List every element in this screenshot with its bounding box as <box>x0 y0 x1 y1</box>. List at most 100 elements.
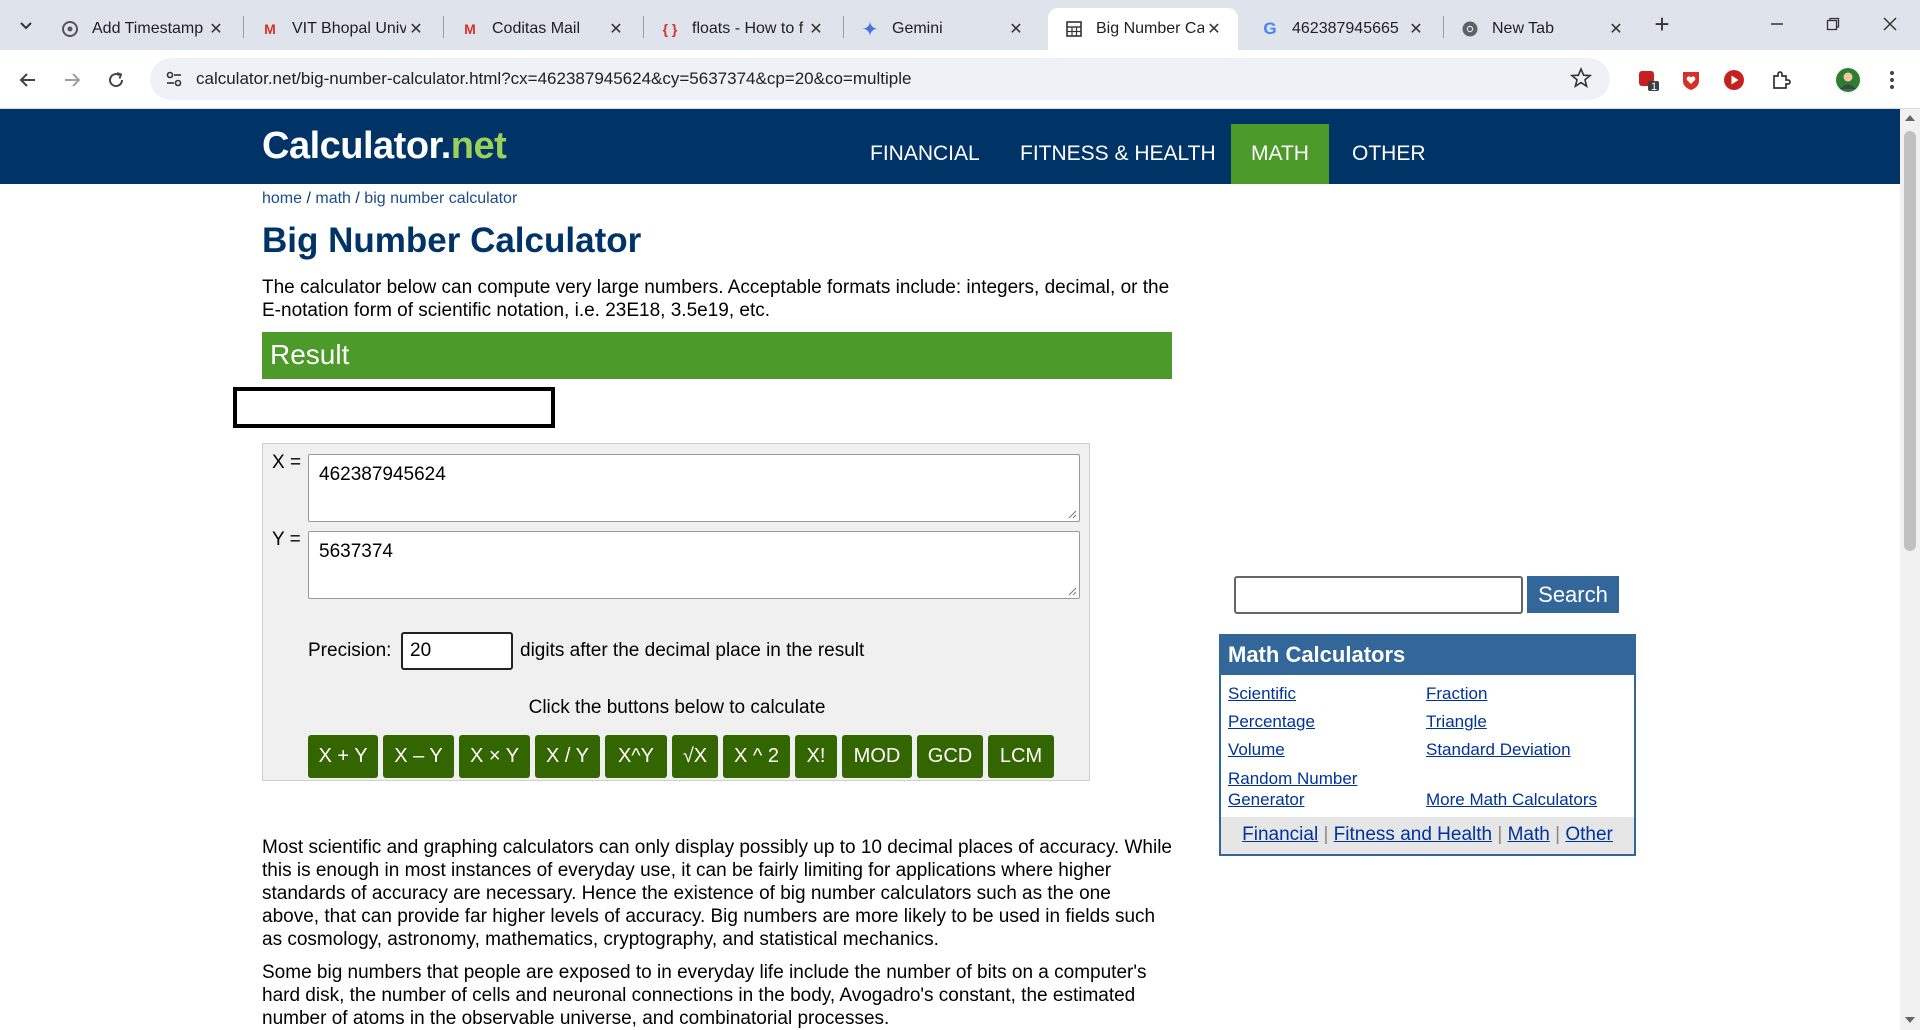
link-fraction[interactable]: Fraction <box>1426 683 1487 704</box>
address-bar[interactable]: calculator.net/big-number-calculator.htm… <box>150 58 1610 100</box>
resize-grip-icon[interactable] <box>1067 509 1077 519</box>
close-icon[interactable]: ✕ <box>1204 19 1224 39</box>
footer-link-math[interactable]: Math <box>1508 824 1550 845</box>
tab-title: Coditas Mail <box>492 20 581 37</box>
gmail-icon: M <box>464 21 476 37</box>
tab-new-tab[interactable]: New Tab ✕ <box>1444 8 1640 50</box>
extension-badge: 1 <box>1651 81 1658 93</box>
minimize-button[interactable] <box>1757 4 1797 44</box>
category-footer: Financial | Fitness and Health | Math | … <box>1221 817 1634 854</box>
tab-title: floats - How to f <box>692 20 804 37</box>
search-input[interactable] <box>1234 576 1523 614</box>
x-input[interactable]: 462387945624 <box>308 454 1080 522</box>
link-volume[interactable]: Volume <box>1228 739 1285 760</box>
restore-button[interactable] <box>1813 4 1853 44</box>
scroll-thumb[interactable] <box>1904 131 1916 551</box>
new-tab-button[interactable]: + <box>1642 4 1682 44</box>
site-settings-icon[interactable] <box>164 69 184 94</box>
nav-financial[interactable]: FINANCIAL <box>850 124 1000 184</box>
reload-icon[interactable] <box>100 64 132 96</box>
extension-heart-icon[interactable] <box>1675 64 1707 96</box>
breadcrumb: home / math / big number calculator <box>262 190 517 208</box>
tab-search-icon[interactable] <box>10 9 42 41</box>
tab-vit-bhopal[interactable]: M VIT Bhopal Unive ✕ <box>244 8 440 50</box>
close-icon[interactable]: ✕ <box>206 19 226 39</box>
nav-other[interactable]: OTHER <box>1332 124 1446 184</box>
link-random-number-generator[interactable]: Random Number Generator <box>1228 768 1378 810</box>
tab-big-number-calculator[interactable]: Big Number Calc ✕ <box>1048 8 1238 50</box>
avatar[interactable] <box>1832 64 1864 96</box>
stackoverflow-icon: { } <box>662 21 678 37</box>
operation-buttons: X + Y X – Y X × Y X / Y X^Y √X X ^ 2 X! … <box>308 735 1054 778</box>
close-icon[interactable]: ✕ <box>806 19 826 39</box>
tab-title: Add Timestamp <box>92 20 204 37</box>
mod-button[interactable]: MOD <box>842 735 912 778</box>
link-scientific[interactable]: Scientific <box>1228 683 1296 704</box>
chrome-icon <box>1460 19 1480 39</box>
sqrt-button[interactable]: √X <box>672 735 718 778</box>
power-button[interactable]: X^Y <box>605 735 667 778</box>
site-logo[interactable]: Calculator.net <box>262 125 507 168</box>
gmail-icon: M <box>264 21 276 37</box>
link-percentage[interactable]: Percentage <box>1228 711 1315 732</box>
article-paragraph: Most scientific and graphing calculators… <box>262 837 1172 950</box>
breadcrumb-current[interactable]: big number calculator <box>364 190 517 207</box>
back-icon[interactable] <box>12 64 44 96</box>
link-more-math-calculators[interactable]: More Math Calculators <box>1426 789 1597 810</box>
footer-link-fitness-health[interactable]: Fitness and Health <box>1334 824 1492 845</box>
factorial-button[interactable]: X! <box>795 735 837 778</box>
page-scrollbar[interactable] <box>1900 109 1920 1030</box>
resize-grip-icon[interactable] <box>1067 586 1077 596</box>
divide-button[interactable]: X / Y <box>535 735 600 778</box>
gcd-button[interactable]: GCD <box>917 735 983 778</box>
google-icon: G <box>1263 19 1277 38</box>
precision-input[interactable]: 20 <box>401 632 513 670</box>
subtract-button[interactable]: X – Y <box>383 735 454 778</box>
close-icon[interactable]: ✕ <box>1406 19 1426 39</box>
close-icon[interactable]: ✕ <box>406 19 426 39</box>
extension-shield-icon[interactable]: 1 <box>1632 64 1664 96</box>
square-button[interactable]: X ^ 2 <box>723 735 790 778</box>
footer-separator: | <box>1323 824 1329 845</box>
tab-coditas-mail[interactable]: M Coditas Mail ✕ <box>444 8 640 50</box>
result-heading: Result <box>262 332 1172 379</box>
scroll-down-arrow[interactable] <box>1905 1017 1915 1023</box>
link-standard-deviation[interactable]: Standard Deviation <box>1426 739 1571 760</box>
precision-label: Precision: <box>308 640 392 661</box>
close-icon[interactable]: ✕ <box>1006 19 1026 39</box>
extension-play-icon[interactable] <box>1718 64 1750 96</box>
scroll-up-arrow[interactable] <box>1905 115 1915 121</box>
tab-google-search[interactable]: G 462387945665 ✕ <box>1244 8 1440 50</box>
calculator-icon <box>1064 19 1084 39</box>
close-icon[interactable]: ✕ <box>1606 19 1626 39</box>
lcm-button[interactable]: LCM <box>988 735 1054 778</box>
nav-fitness-health[interactable]: FITNESS & HEALTH <box>1000 124 1236 184</box>
nav-math[interactable]: MATH <box>1231 124 1329 184</box>
web-page: Calculator.net FINANCIAL FITNESS & HEALT… <box>0 109 1900 1030</box>
extensions-puzzle-icon[interactable] <box>1765 64 1797 96</box>
footer-link-financial[interactable]: Financial <box>1242 824 1318 845</box>
add-button[interactable]: X + Y <box>308 735 378 778</box>
footer-link-other[interactable]: Other <box>1565 824 1613 845</box>
tab-title: Big Number Calc <box>1096 20 1204 37</box>
tab-floats[interactable]: { } floats - How to f ✕ <box>644 8 840 50</box>
bookmark-star-icon[interactable] <box>1569 66 1593 94</box>
y-input[interactable]: 5637374 <box>308 531 1080 599</box>
tab-add-timestamp[interactable]: Add Timestamp ✕ <box>44 8 240 50</box>
breadcrumb-home[interactable]: home <box>262 190 302 207</box>
tab-gemini[interactable]: ✦ Gemini ✕ <box>844 8 1040 50</box>
close-window-button[interactable] <box>1870 4 1910 44</box>
link-triangle[interactable]: Triangle <box>1426 711 1487 732</box>
math-calculators-title: Math Calculators <box>1221 636 1634 675</box>
close-icon[interactable]: ✕ <box>606 19 626 39</box>
browser-menu-icon[interactable] <box>1876 64 1908 96</box>
forward-icon[interactable] <box>56 64 88 96</box>
article-paragraph: Some big numbers that people are exposed… <box>262 962 1147 1029</box>
breadcrumb-math[interactable]: math <box>315 190 351 207</box>
search-button[interactable]: Search <box>1527 576 1619 613</box>
y-label: Y = <box>272 529 301 550</box>
gemini-icon: ✦ <box>861 18 879 41</box>
tab-title: New Tab <box>1492 20 1554 37</box>
multiply-button[interactable]: X × Y <box>459 735 530 778</box>
footer-separator: | <box>1555 824 1561 845</box>
